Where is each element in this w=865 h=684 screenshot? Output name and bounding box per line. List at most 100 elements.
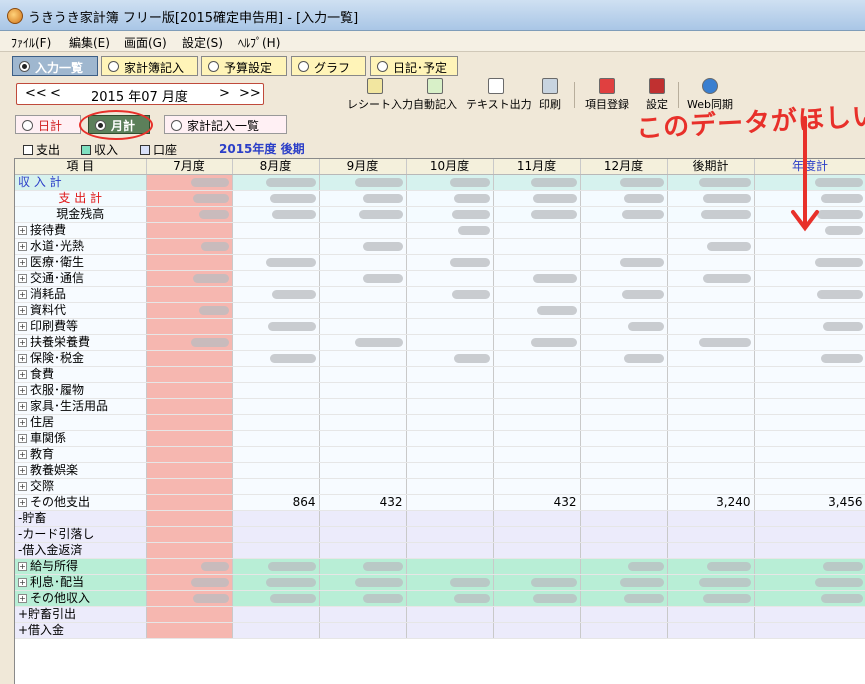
table-cell[interactable] bbox=[406, 238, 494, 256]
table-cell[interactable] bbox=[146, 526, 233, 544]
table-cell[interactable] bbox=[406, 446, 494, 464]
table-row[interactable]: + 交際 bbox=[15, 478, 865, 496]
table-cell[interactable] bbox=[319, 270, 407, 288]
table-cell[interactable] bbox=[146, 382, 233, 400]
table-row[interactable]: + 保険･税金 bbox=[15, 350, 865, 368]
table-cell[interactable] bbox=[232, 446, 320, 464]
table-cell[interactable] bbox=[666, 222, 755, 240]
table-cell[interactable] bbox=[319, 430, 407, 448]
table-cell[interactable] bbox=[232, 558, 320, 576]
table-cell[interactable] bbox=[319, 478, 407, 496]
table-cell[interactable] bbox=[754, 510, 865, 528]
table-cell[interactable] bbox=[232, 478, 320, 496]
table-cell[interactable] bbox=[754, 254, 865, 272]
table-cell[interactable] bbox=[146, 190, 233, 208]
table-cell[interactable] bbox=[493, 462, 581, 480]
table-cell[interactable] bbox=[406, 558, 494, 576]
table-cell[interactable] bbox=[493, 350, 581, 368]
prev-year-button[interactable]: << bbox=[25, 86, 47, 101]
table-cell[interactable] bbox=[232, 542, 320, 560]
table-cell[interactable] bbox=[146, 606, 233, 624]
expand-icon[interactable]: + bbox=[18, 578, 27, 588]
table-cell[interactable] bbox=[406, 318, 494, 336]
table-cell[interactable] bbox=[493, 574, 581, 592]
view-daily[interactable]: 日計 bbox=[15, 115, 81, 134]
table-cell[interactable] bbox=[580, 238, 668, 256]
table-cell[interactable] bbox=[493, 318, 581, 336]
table-row[interactable]: + 扶養栄養費 bbox=[15, 334, 865, 352]
col-item[interactable]: 項 目 bbox=[15, 159, 147, 176]
table-cell[interactable] bbox=[754, 334, 865, 352]
table-row[interactable]: + 水道･光熱 bbox=[15, 238, 865, 256]
table-cell[interactable] bbox=[319, 590, 407, 608]
table-cell[interactable] bbox=[232, 334, 320, 352]
table-cell[interactable] bbox=[666, 478, 755, 496]
table-cell[interactable] bbox=[406, 606, 494, 624]
next-year-button[interactable]: >> bbox=[239, 86, 261, 101]
table-cell[interactable] bbox=[232, 318, 320, 336]
filter-income[interactable]: 収入 bbox=[81, 141, 118, 158]
table-cell[interactable] bbox=[666, 414, 755, 432]
table-cell[interactable] bbox=[754, 366, 865, 384]
table-cell[interactable] bbox=[580, 430, 668, 448]
table-cell[interactable]: 432 bbox=[319, 494, 407, 512]
table-cell[interactable] bbox=[666, 206, 755, 224]
table-cell[interactable] bbox=[319, 526, 407, 544]
table-cell[interactable] bbox=[146, 286, 233, 304]
table-cell[interactable] bbox=[580, 334, 668, 352]
table-cell[interactable] bbox=[493, 286, 581, 304]
table-cell[interactable] bbox=[493, 414, 581, 432]
table-cell[interactable] bbox=[319, 414, 407, 432]
table-cell[interactable] bbox=[580, 270, 668, 288]
table-row[interactable]: + 食費 bbox=[15, 366, 865, 384]
expand-icon[interactable]: + bbox=[18, 354, 27, 364]
expand-icon[interactable]: + bbox=[18, 594, 27, 604]
table-cell[interactable] bbox=[666, 574, 755, 592]
table-cell[interactable] bbox=[580, 222, 668, 240]
auto-entry-button[interactable]: 自動記入 bbox=[410, 78, 460, 112]
table-cell[interactable] bbox=[754, 270, 865, 288]
table-cell[interactable] bbox=[319, 254, 407, 272]
table-cell[interactable] bbox=[493, 542, 581, 560]
table-cell[interactable] bbox=[666, 238, 755, 256]
table-cell[interactable] bbox=[580, 318, 668, 336]
table-cell[interactable]: 3,456 bbox=[754, 494, 865, 512]
expand-icon[interactable]: + bbox=[18, 386, 27, 396]
table-cell[interactable] bbox=[580, 206, 668, 224]
table-row[interactable]: -カード引落し bbox=[15, 526, 865, 544]
text-export-button[interactable]: テキスト出力 bbox=[466, 78, 532, 112]
table-row[interactable]: + 消耗品 bbox=[15, 286, 865, 304]
table-cell[interactable] bbox=[406, 494, 494, 512]
table-cell[interactable] bbox=[754, 430, 865, 448]
table-cell[interactable] bbox=[319, 542, 407, 560]
table-row[interactable]: + その他収入 bbox=[15, 590, 865, 608]
table-cell[interactable] bbox=[232, 606, 320, 624]
table-cell[interactable]: 432 bbox=[493, 494, 581, 512]
table-cell[interactable] bbox=[754, 526, 865, 544]
table-cell[interactable] bbox=[493, 270, 581, 288]
table-cell[interactable] bbox=[406, 590, 494, 608]
table-cell[interactable] bbox=[580, 590, 668, 608]
table-cell[interactable] bbox=[580, 622, 668, 640]
table-cell[interactable] bbox=[493, 382, 581, 400]
table-row[interactable]: +借入金 bbox=[15, 622, 865, 640]
table-cell[interactable] bbox=[232, 254, 320, 272]
table-cell[interactable] bbox=[232, 382, 320, 400]
table-cell[interactable] bbox=[754, 350, 865, 368]
table-cell[interactable] bbox=[493, 510, 581, 528]
table-row[interactable]: + 資料代 bbox=[15, 302, 865, 320]
expand-icon[interactable]: + bbox=[18, 434, 27, 444]
table-row[interactable]: + その他支出 864 432 432 3,240 3,456 bbox=[15, 494, 865, 512]
table-cell[interactable] bbox=[319, 574, 407, 592]
table-cell[interactable] bbox=[580, 414, 668, 432]
table-cell[interactable] bbox=[580, 558, 668, 576]
table-cell[interactable] bbox=[493, 206, 581, 224]
table-cell[interactable] bbox=[319, 206, 407, 224]
menu-edit[interactable]: 編集(E) bbox=[67, 34, 112, 51]
table-cell[interactable] bbox=[493, 174, 581, 192]
col-second-half-total[interactable]: 後期計 bbox=[666, 159, 755, 176]
table-cell[interactable] bbox=[754, 558, 865, 576]
table-cell[interactable] bbox=[146, 238, 233, 256]
table-cell[interactable] bbox=[146, 206, 233, 224]
col-dec[interactable]: 12月度 bbox=[580, 159, 668, 176]
